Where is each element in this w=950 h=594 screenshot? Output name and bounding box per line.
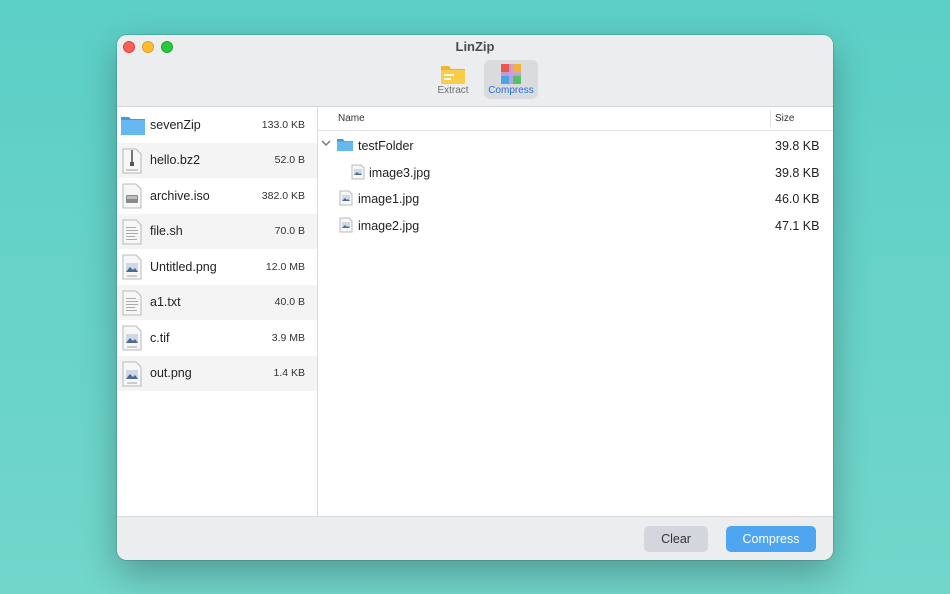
sidebar-item[interactable]: a1.txt 40.0 B xyxy=(117,284,317,320)
sidebar-item[interactable]: Untitled.png 12.0 MB xyxy=(117,249,317,285)
image-file-icon xyxy=(122,361,142,386)
compress-button[interactable]: Compress xyxy=(726,526,816,552)
row-size: 39.8 KB xyxy=(775,139,820,153)
folder-icon xyxy=(121,117,145,135)
text-file-icon xyxy=(122,290,142,315)
table-header: Name Size xyxy=(318,107,833,131)
text-file-icon xyxy=(122,219,142,244)
compress-tab[interactable]: Compress xyxy=(484,60,538,99)
table-row[interactable]: image2.jpg 47.1 KB xyxy=(318,211,833,238)
size-column-header[interactable]: Size xyxy=(775,113,794,124)
folder-archive-icon xyxy=(441,66,465,84)
sidebar-item[interactable]: c.tif 3.9 MB xyxy=(117,320,317,356)
extract-tab-label: Extract xyxy=(437,85,469,96)
sidebar-item-name: Untitled.png xyxy=(150,259,217,274)
title-bar: LinZip Extract Compress xyxy=(117,35,833,107)
chevron-down-icon[interactable] xyxy=(321,139,331,147)
archive-contents: Name Size testFolder 39.8 KB image3.jpg … xyxy=(318,107,833,517)
sidebar-item-size: 382.0 KB xyxy=(261,189,305,202)
sidebar-item-size: 12.0 MB xyxy=(265,260,305,273)
app-window: LinZip Extract Compress sevenZip 133.0 K… xyxy=(117,35,833,560)
sidebar-item-name: out.png xyxy=(150,366,192,381)
archive-file-icon xyxy=(122,148,142,173)
sidebar-item[interactable]: file.sh 70.0 B xyxy=(117,213,317,249)
compress-box-icon xyxy=(501,64,521,84)
row-size: 46.0 KB xyxy=(775,192,820,207)
table-row[interactable]: image1.jpg 46.0 KB xyxy=(318,184,833,211)
window-title: LinZip xyxy=(455,39,495,54)
image-file-icon xyxy=(122,254,142,280)
row-name: image1.jpg xyxy=(358,192,420,207)
table-row[interactable]: image3.jpg 39.8 KB xyxy=(318,158,833,185)
sidebar-item-name: a1.txt xyxy=(150,295,181,310)
toolbar: Extract Compress xyxy=(426,60,538,99)
column-divider[interactable] xyxy=(770,110,771,127)
extract-tab[interactable]: Extract xyxy=(426,60,480,99)
sidebar-item-size: 70.0 B xyxy=(274,225,305,238)
sidebar-item-name: file.sh xyxy=(150,224,183,239)
sidebar-item-name: hello.bz2 xyxy=(150,153,201,168)
row-name: image2.jpg xyxy=(358,219,420,234)
sidebar-item-name: c.tif xyxy=(150,330,170,345)
sidebar-item-size: 1.4 KB xyxy=(273,367,305,380)
folder-icon xyxy=(337,139,353,151)
sidebar-item[interactable]: sevenZip 133.0 KB xyxy=(117,107,317,143)
sidebar-item-size: 3.9 MB xyxy=(271,331,305,344)
row-name: image3.jpg xyxy=(369,165,431,180)
row-name: testFolder xyxy=(358,139,414,153)
compress-tab-label: Compress xyxy=(488,85,534,96)
sidebar-item-name: archive.iso xyxy=(150,188,210,203)
sidebar-item-size: 40.0 B xyxy=(274,296,305,309)
disk-image-file-icon xyxy=(122,183,142,209)
image-file-icon xyxy=(122,325,142,351)
footer-bar: Clear Compress xyxy=(117,516,833,560)
image-file-icon xyxy=(351,164,365,180)
table-row[interactable]: testFolder 39.8 KB xyxy=(318,131,833,158)
sidebar-item[interactable]: out.png 1.4 KB xyxy=(117,355,317,391)
sidebar-item[interactable]: hello.bz2 52.0 B xyxy=(117,142,317,178)
sidebar-item-size: 52.0 B xyxy=(274,154,305,167)
sidebar-item-size: 133.0 KB xyxy=(261,118,305,131)
sidebar-item-name: sevenZip xyxy=(150,117,201,132)
clear-button[interactable]: Clear xyxy=(644,526,708,552)
sidebar-item[interactable]: archive.iso 382.0 KB xyxy=(117,178,317,214)
row-size: 47.1 KB xyxy=(775,219,820,234)
image-file-icon xyxy=(339,190,353,206)
row-size: 39.8 KB xyxy=(775,165,820,180)
name-column-header[interactable]: Name xyxy=(338,113,365,124)
file-sidebar: sevenZip 133.0 KB hello.bz2 52.0 B archi… xyxy=(117,107,318,517)
image-file-icon xyxy=(339,217,353,233)
